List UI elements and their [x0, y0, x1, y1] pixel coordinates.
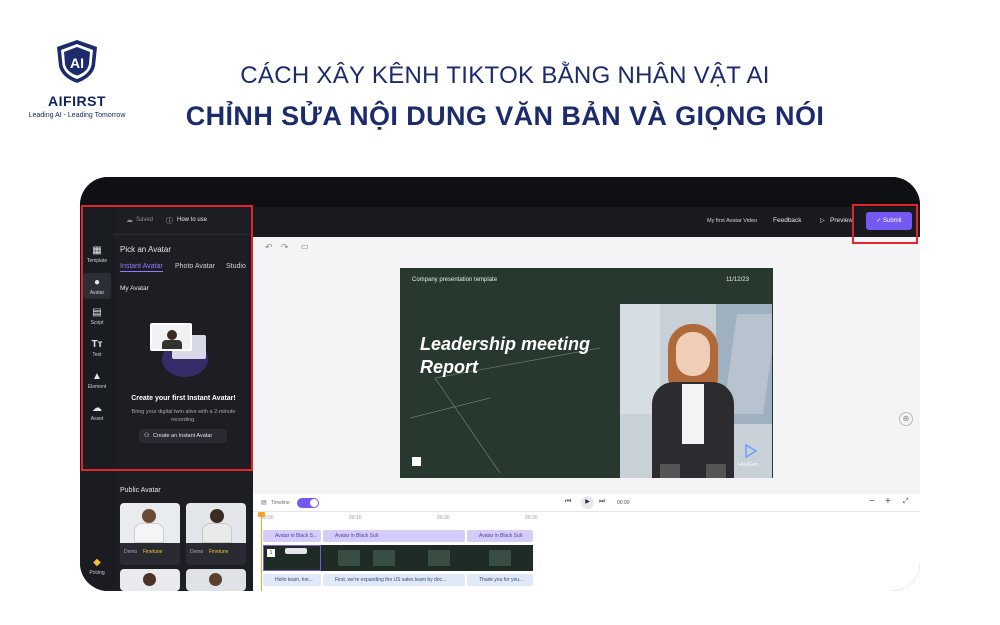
frame-top-strip [80, 177, 920, 207]
playhead[interactable] [261, 514, 262, 591]
scene-thumbnails[interactable]: 1 [263, 545, 533, 571]
play-button[interactable]: ▶ [581, 496, 594, 509]
play-outline-icon: ▷ [820, 218, 825, 224]
playhead-handle[interactable] [258, 512, 265, 517]
heading-line-1: CÁCH XÂY KÊNH TIKTOK BẰNG NHÂN VẬT AI [240, 62, 770, 89]
avatar-video[interactable]: HeyGen [620, 304, 772, 478]
card-tag: Demo [190, 549, 204, 555]
zoom-out-icon[interactable]: − [869, 496, 875, 507]
ruler-tick: 00:20 [437, 515, 450, 521]
preview-button[interactable]: Preview [830, 217, 853, 224]
brand-tagline: Leading AI - Leading Tomorrow [28, 112, 126, 119]
zoom-in-icon[interactable]: + [885, 496, 891, 507]
heygen-watermark-icon [745, 444, 758, 458]
scene-number: 1 [267, 549, 275, 557]
ruler-tick: 00:10 [349, 515, 362, 521]
script-track-clip[interactable]: Hello team, hor... [263, 574, 321, 586]
skip-back-icon[interactable]: ⏮ [565, 498, 571, 506]
diamond-icon: ◆ [93, 557, 101, 568]
time-readout: 00:00 [617, 500, 630, 506]
slide-title-1: Leadership meeting [420, 334, 591, 354]
feedback-button[interactable]: Feedback [773, 217, 802, 224]
ruler-tick: 00:30 [525, 515, 538, 521]
zoom-fit-icon[interactable]: ⊕ [899, 412, 913, 426]
public-avatar-card[interactable] [186, 569, 246, 591]
timeline-icon: ▤ [261, 500, 267, 506]
public-avatar-card[interactable]: Demo Finetune [186, 503, 246, 565]
script-track-clip[interactable]: First, we're expanding the US sales team… [323, 574, 465, 586]
avatar-track-clip[interactable]: Avatar in Black Suit [323, 530, 465, 542]
expand-icon[interactable]: ⤢ [903, 498, 909, 506]
avatar-track-clip[interactable]: Avatar in Black S... [263, 530, 321, 542]
heygen-watermark: HeyGen [738, 462, 759, 468]
timeline-toggle-label: Timeline [271, 500, 290, 506]
brand-name: AIFIRST [48, 93, 106, 109]
sidebar-item-label: Pricing [89, 570, 105, 576]
slide-date: 11/12/23 [726, 277, 749, 283]
sidebar-item-pricing[interactable]: ◆ Pricing [80, 557, 114, 576]
slide-title-2: Report [420, 357, 478, 377]
brand-block: AI AIFIRST Leading AI - Leading Tomorrow [22, 38, 132, 119]
card-badge: Finetune [143, 549, 163, 555]
slide-square-marker [412, 457, 421, 466]
card-tag: Demo [124, 549, 138, 555]
timeline-toolbar: ▤ Timeline ⏮ ▶ ⏭ 00:00 − + ⤢ [253, 494, 920, 512]
slide-template-label: Company presentation template [412, 277, 498, 283]
editor-topbar: My first Avatar Video Feedback ▷ Preview [253, 207, 920, 237]
script-track-clip[interactable]: Thank you for you... [467, 574, 533, 586]
skip-forward-icon[interactable]: ⏭ [599, 498, 605, 506]
redo-icon[interactable]: ↷ [281, 242, 289, 253]
highlight-left-panel [81, 205, 253, 471]
heading-line-2: CHỈNH SỬA NỘI DUNG VĂN BẢN VÀ GIỌNG NÓI [185, 101, 825, 131]
card-badge: Finetune [209, 549, 229, 555]
screen-icon[interactable]: ▭ [301, 242, 309, 251]
undo-icon[interactable]: ↶ [265, 242, 273, 253]
avatar-track-clip[interactable]: Avatar in Black Suit [467, 530, 533, 542]
timeline-ruler: 00:00 00:10 00:20 00:30 [261, 514, 916, 524]
public-avatar-title: Public Avatar [120, 487, 161, 494]
timeline-toggle[interactable] [297, 498, 319, 508]
public-avatar-card[interactable] [120, 569, 180, 591]
timeline-panel: ▤ Timeline ⏮ ▶ ⏭ 00:00 − + ⤢ 00:00 00:10… [253, 494, 920, 591]
video-title[interactable]: My first Avatar Video [707, 218, 757, 224]
logo-text: AI [70, 55, 84, 71]
highlight-submit [852, 204, 918, 244]
slide-canvas[interactable]: Company presentation template 11/12/23 L… [400, 268, 773, 478]
shield-logo-icon: AI [57, 40, 97, 83]
app-window: ← ☁ Saved ⓘ How to use ▦ Template ● Avat… [80, 177, 920, 591]
page: AI AIFIRST Leading AI - Leading Tomorrow… [0, 0, 1000, 625]
public-avatar-card[interactable]: Demo Finetune [120, 503, 180, 565]
